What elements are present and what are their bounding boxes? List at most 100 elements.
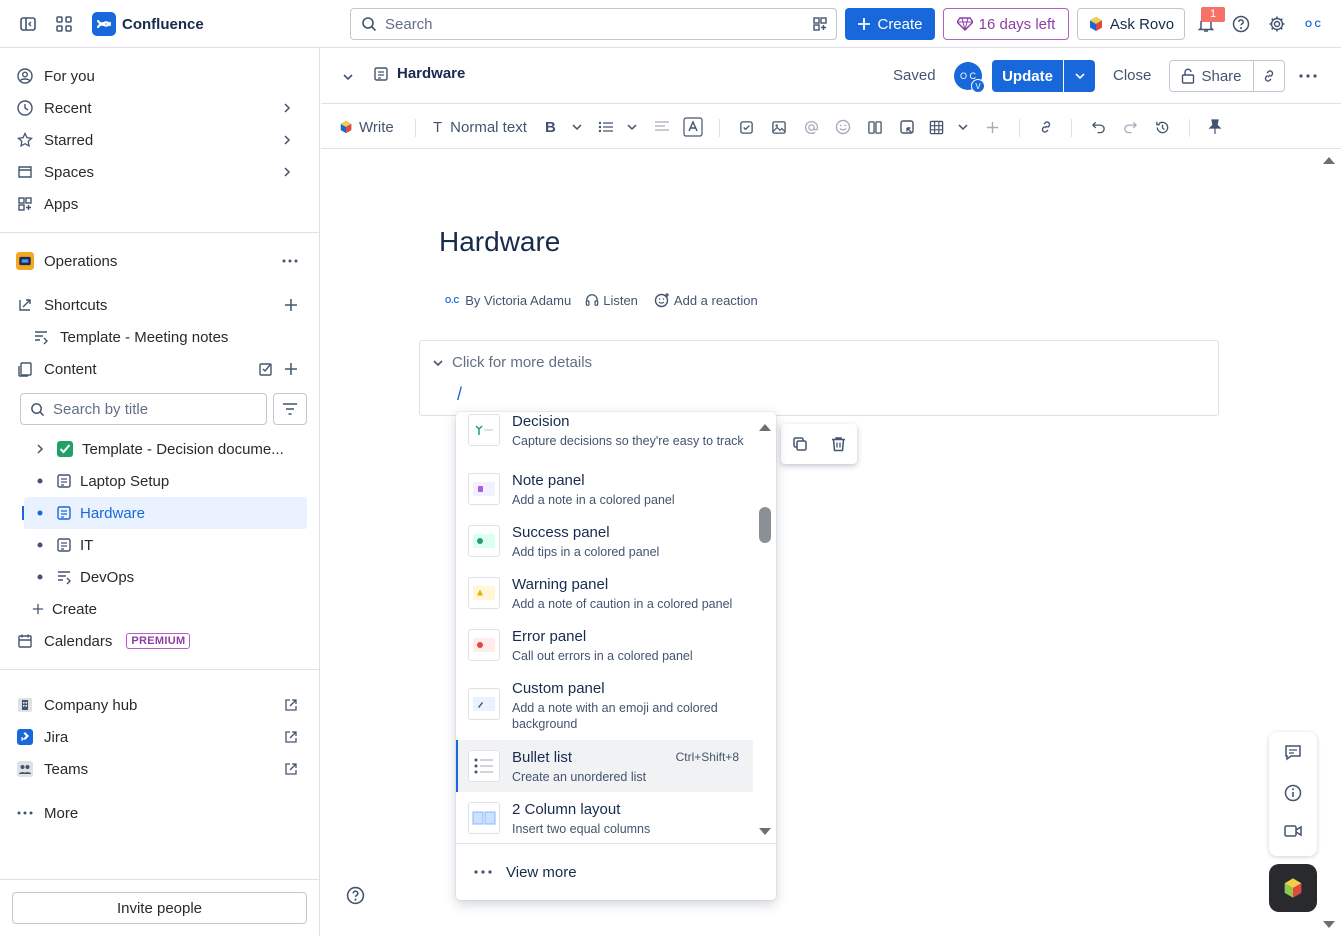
sidebar-toggle-icon[interactable]: [14, 10, 42, 38]
app-switcher-icon[interactable]: [50, 10, 78, 38]
redo-icon[interactable]: [1123, 117, 1138, 137]
add-shortcut-icon[interactable]: [284, 298, 298, 312]
create-button[interactable]: Create: [845, 8, 935, 40]
comments-icon[interactable]: [1284, 744, 1302, 761]
sidebar-item-spaces[interactable]: Spaces: [16, 156, 308, 188]
help-circle-icon[interactable]: [346, 886, 365, 905]
image-icon[interactable]: [771, 117, 787, 137]
more-options-icon[interactable]: [282, 259, 298, 263]
document-title[interactable]: Hardware: [439, 226, 560, 258]
space-header-operations[interactable]: Operations: [16, 245, 308, 277]
update-button[interactable]: Update: [992, 60, 1063, 92]
expand-block[interactable]: Click for more details /: [419, 340, 1219, 416]
undo-icon[interactable]: [1091, 117, 1106, 137]
chevron-down-icon[interactable]: [626, 117, 638, 137]
add-content-icon[interactable]: [284, 362, 298, 376]
version-history-icon[interactable]: [1155, 117, 1170, 137]
chevron-right-icon[interactable]: [280, 133, 294, 147]
copy-link-button[interactable]: [1253, 60, 1285, 92]
bullet-list-icon[interactable]: [598, 117, 614, 137]
align-icon[interactable]: [654, 117, 670, 137]
video-icon[interactable]: [1284, 824, 1302, 838]
macro-icon[interactable]: [899, 117, 915, 137]
menu-item-2-column-layout[interactable]: 2 Column layout Insert two equal columns: [456, 792, 753, 844]
tree-item-hardware[interactable]: Hardware: [24, 497, 307, 529]
search-filter-icon[interactable]: [812, 16, 828, 32]
profile-avatar[interactable]: O C: [1299, 10, 1327, 38]
sidebar-item-calendars[interactable]: Calendars PREMIUM: [16, 625, 308, 657]
tree-item-it[interactable]: IT: [24, 529, 307, 561]
menu-item-error-panel[interactable]: Error panel Call out errors in a colored…: [456, 619, 753, 671]
tree-item-devops[interactable]: DevOps: [24, 561, 307, 593]
mention-icon[interactable]: [804, 117, 819, 137]
filter-button[interactable]: [273, 393, 307, 425]
task-checkbox-icon[interactable]: [739, 117, 754, 137]
columns-layout-icon[interactable]: [867, 117, 883, 137]
menu-item-decision[interactable]: Decision Capture decisions so they're ea…: [456, 412, 753, 456]
menu-item-custom-panel[interactable]: Custom panel Add a note with an emoji an…: [456, 671, 753, 737]
close-button[interactable]: Close: [1113, 67, 1151, 84]
trash-icon[interactable]: [831, 436, 846, 452]
add-reaction-button[interactable]: Add a reaction: [654, 292, 758, 308]
expand-header[interactable]: Click for more details: [432, 354, 592, 371]
listen-button[interactable]: Listen: [585, 293, 638, 308]
breadcrumb-page[interactable]: Hardware: [373, 65, 465, 82]
pin-icon[interactable]: [1208, 117, 1222, 137]
tree-item-decision-template[interactable]: Template - Decision docume...: [24, 433, 307, 465]
search-input[interactable]: Search: [350, 8, 837, 40]
sidebar-content[interactable]: Content: [16, 353, 308, 385]
sidebar-item-apps[interactable]: Apps: [16, 188, 308, 220]
sidebar-item-starred[interactable]: Starred: [16, 124, 308, 156]
chevron-right-icon[interactable]: [280, 165, 294, 179]
table-icon[interactable]: [929, 117, 944, 137]
update-dropdown-button[interactable]: [1064, 60, 1095, 92]
text-color-icon[interactable]: [683, 117, 703, 137]
menu-item-bullet-list[interactable]: Bullet list Create an unordered list Ctr…: [456, 740, 753, 792]
slash-command-text[interactable]: /: [457, 384, 462, 405]
menu-item-success-panel[interactable]: Success panel Add tips in a colored pane…: [456, 515, 753, 567]
shortcut-item-meeting-notes[interactable]: Template - Meeting notes: [32, 321, 308, 353]
settings-gear-icon[interactable]: [1263, 10, 1291, 38]
rovo-chat-button[interactable]: [1269, 864, 1317, 912]
sidebar-shortcuts[interactable]: Shortcuts: [16, 289, 308, 321]
sidebar-app-jira[interactable]: Jira: [16, 721, 308, 753]
confluence-logo[interactable]: Confluence: [92, 12, 204, 36]
sidebar-item-for-you[interactable]: For you: [16, 60, 308, 92]
link-icon[interactable]: [1038, 117, 1054, 137]
help-icon[interactable]: [1227, 10, 1255, 38]
collapse-chevron-icon[interactable]: [341, 70, 355, 84]
insert-plus-icon[interactable]: [986, 117, 999, 137]
sidebar-more[interactable]: More: [16, 797, 308, 829]
view-more-button[interactable]: View more: [456, 843, 776, 900]
author-label[interactable]: By Victoria Adamu: [465, 293, 571, 308]
scroll-up-arrow-icon[interactable]: [1322, 155, 1336, 165]
menu-item-warning-panel[interactable]: Warning panel Add a note of caution in a…: [456, 567, 753, 619]
chevron-right-icon[interactable]: [24, 443, 56, 455]
menu-scroll-down-icon[interactable]: [758, 827, 772, 837]
sidebar-app-teams[interactable]: Teams: [16, 753, 308, 785]
copy-icon[interactable]: [792, 436, 808, 452]
tree-item-laptop-setup[interactable]: Laptop Setup: [24, 465, 307, 497]
menu-item-note-panel[interactable]: Note panel Add a note in a colored panel: [456, 463, 753, 515]
info-icon[interactable]: [1284, 784, 1302, 802]
share-button[interactable]: Share: [1169, 60, 1254, 92]
trial-button[interactable]: 16 days left: [943, 8, 1069, 40]
chevron-down-icon[interactable]: [957, 117, 969, 137]
invite-people-button[interactable]: Invite people: [12, 892, 307, 924]
write-mode-button[interactable]: Write: [339, 117, 394, 137]
emoji-icon[interactable]: [835, 117, 851, 137]
text-style-dropdown[interactable]: T Normal text: [433, 117, 527, 137]
ask-rovo-button[interactable]: Ask Rovo: [1077, 8, 1185, 40]
chevron-right-icon[interactable]: [280, 101, 294, 115]
checklist-icon[interactable]: [258, 361, 274, 377]
sidebar-create-button[interactable]: Create: [32, 593, 232, 625]
menu-scroll-up-icon[interactable]: [758, 422, 772, 432]
scroll-down-arrow-icon[interactable]: [1322, 920, 1336, 930]
sidebar-app-company-hub[interactable]: Company hub: [16, 689, 308, 721]
menu-scrollbar-thumb[interactable]: [759, 507, 771, 543]
chevron-down-icon[interactable]: [571, 117, 583, 137]
sidebar-item-recent[interactable]: Recent: [16, 92, 308, 124]
content-search-input[interactable]: Search by title: [20, 393, 267, 425]
bold-icon[interactable]: B: [545, 117, 556, 137]
more-actions-icon[interactable]: [1299, 74, 1317, 78]
